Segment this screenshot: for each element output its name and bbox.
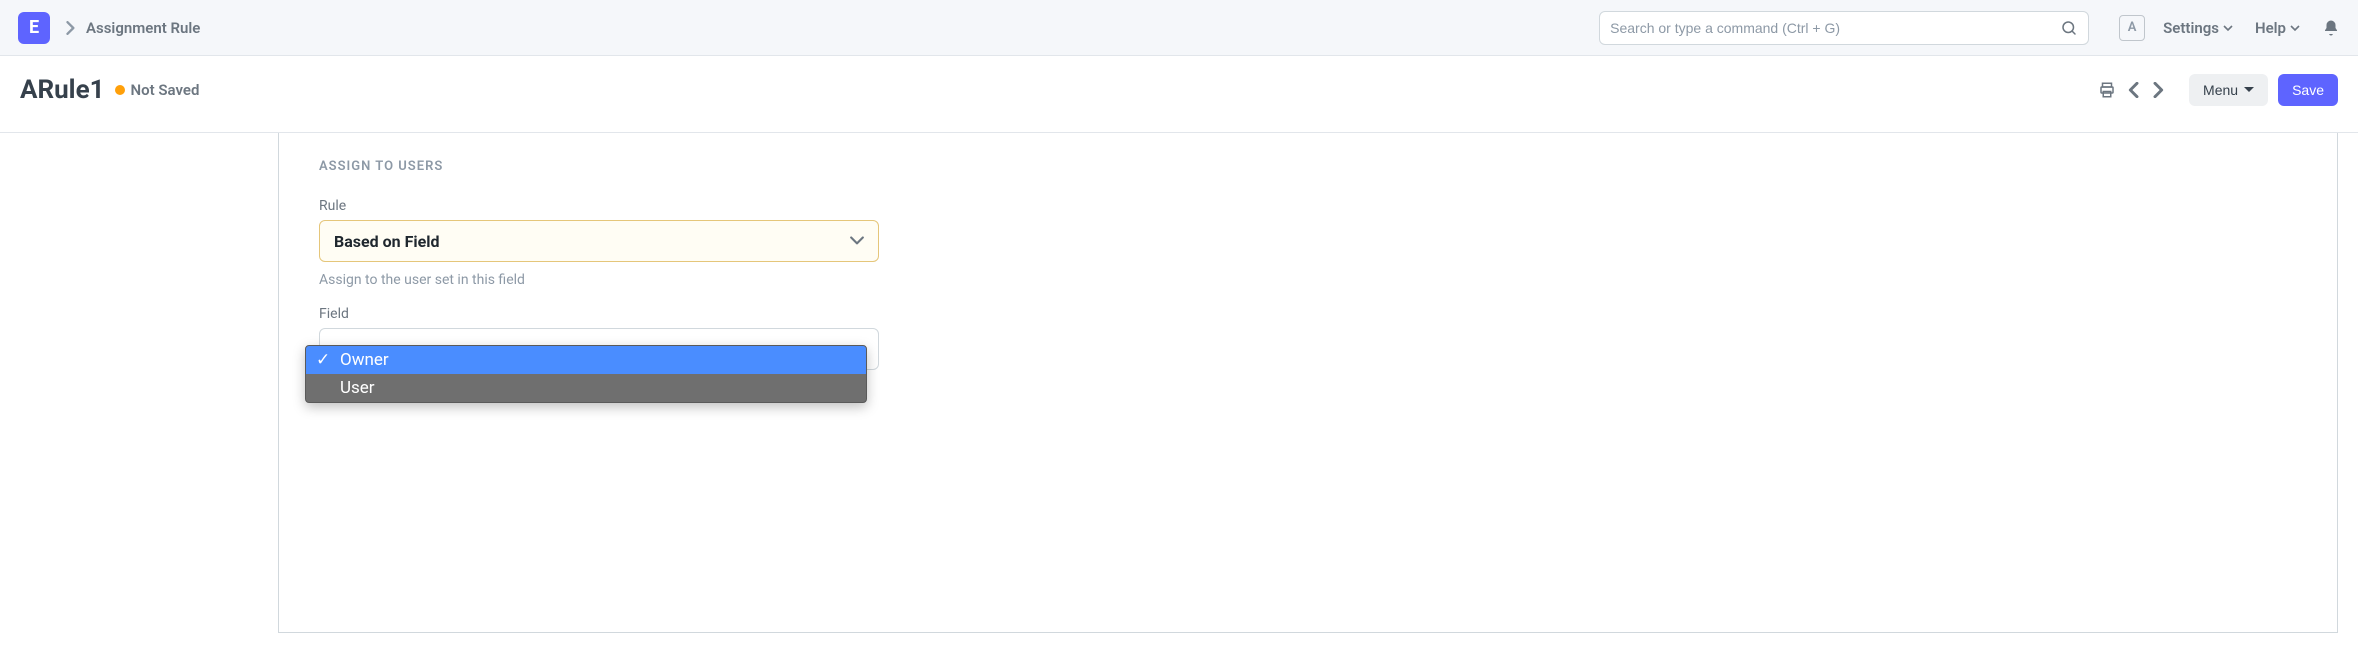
page-header: ARule1 Not Saved Menu Save [0,56,2358,133]
settings-menu[interactable]: Settings [2163,19,2233,37]
check-icon: ✓ [316,350,330,370]
save-button[interactable]: Save [2278,74,2338,106]
breadcrumb[interactable]: Assignment Rule [86,19,200,37]
caret-down-icon [2223,24,2233,32]
app-logo[interactable]: E [18,12,50,44]
menu-button[interactable]: Menu [2189,74,2268,106]
caret-down-icon [2290,24,2300,32]
field-label: Field [319,306,879,322]
field-option[interactable]: User [306,374,866,402]
chevron-right-icon [66,21,76,35]
chevron-down-icon [850,236,864,246]
left-sidebar [0,133,278,633]
next-icon[interactable] [2147,78,2171,102]
avatar[interactable]: A [2119,15,2145,41]
search-icon[interactable] [2060,19,2078,37]
navbar: E Assignment Rule A Settings Help [0,0,2358,56]
status-text: Not Saved [131,81,200,99]
form-card: ASSIGN TO USERS Rule Based on Field Assi… [278,133,2338,633]
body: ASSIGN TO USERS Rule Based on Field Assi… [0,133,2358,633]
field-option-label: User [340,378,375,398]
header-icon-group [2095,78,2171,102]
field-option[interactable]: ✓ Owner [306,346,866,374]
menu-button-label: Menu [2203,82,2238,98]
caret-down-icon [2244,86,2254,94]
rule-help-text: Assign to the user set in this field [319,272,879,288]
field-option-label: Owner [340,350,389,370]
help-menu[interactable]: Help [2255,19,2300,37]
status-indicator-icon [115,85,125,95]
search-container [1599,11,2089,45]
search-input[interactable] [1610,20,2060,36]
section-title: ASSIGN TO USERS [279,159,2337,198]
rule-field: Rule Based on Field Assign to the user s… [279,198,919,306]
field-dropdown-popup: ✓ Owner User [305,345,867,403]
rule-select-value: Based on Field [334,232,440,251]
settings-label: Settings [2163,19,2219,37]
print-icon[interactable] [2095,78,2119,102]
page-title: ARule1 [20,75,105,105]
notifications-icon[interactable] [2322,19,2340,37]
prev-icon[interactable] [2121,78,2145,102]
rule-label: Rule [319,198,879,214]
help-label: Help [2255,19,2286,37]
rule-select[interactable]: Based on Field [319,220,879,262]
